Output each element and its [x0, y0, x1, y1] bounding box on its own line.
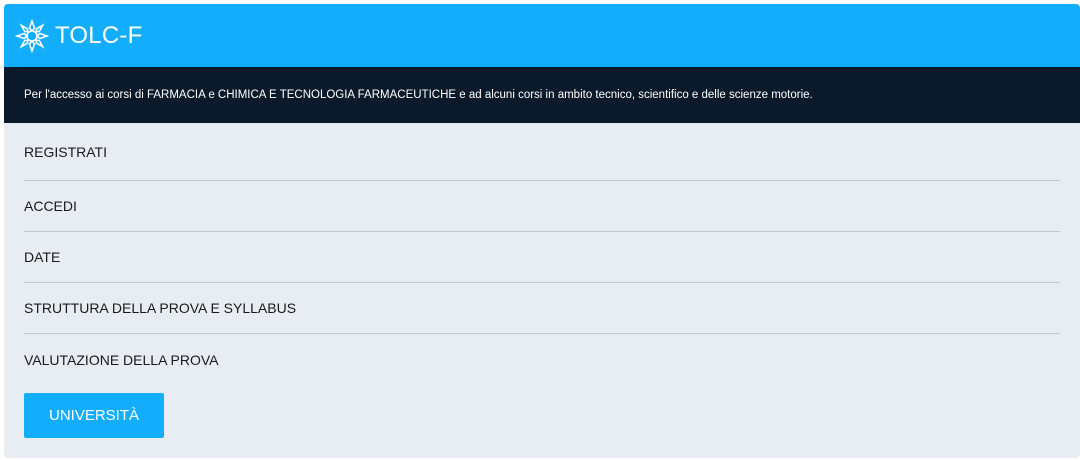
- menu-item-struttura-syllabus[interactable]: STRUTTURA DELLA PROVA E SYLLABUS: [24, 283, 1060, 334]
- menu-item-registrati[interactable]: REGISTRATI: [24, 123, 1060, 181]
- menu-item-accedi[interactable]: ACCEDI: [24, 181, 1060, 232]
- page-title: TOLC-F: [55, 21, 143, 49]
- tolc-f-card: TOLC-F Per l'accesso ai corsi di FARMACI…: [4, 4, 1080, 458]
- menu-item-date[interactable]: DATE: [24, 232, 1060, 283]
- menu-item-label: DATE: [24, 249, 61, 265]
- card-header: TOLC-F: [4, 4, 1080, 67]
- menu-item-label: REGISTRATI: [24, 143, 107, 160]
- menu-item-label: ACCEDI: [24, 198, 77, 214]
- exam-description: Per l'accesso ai corsi di FARMACIA e CHI…: [4, 67, 1080, 123]
- menu-item-label: STRUTTURA DELLA PROVA E SYLLABUS: [24, 300, 297, 316]
- menu-item-valutazione[interactable]: VALUTAZIONE DELLA PROVA: [24, 334, 1060, 385]
- cisia-star-logo-icon: [14, 18, 50, 54]
- description-text: Per l'accesso ai corsi di FARMACIA e CHI…: [24, 89, 813, 101]
- menu-item-label: VALUTAZIONE DELLA PROVA: [24, 351, 219, 368]
- menu-list: REGISTRATI ACCEDI DATE STRUTTURA DELLA P…: [4, 123, 1080, 385]
- universities-button[interactable]: UNIVERSITÀ: [24, 393, 164, 438]
